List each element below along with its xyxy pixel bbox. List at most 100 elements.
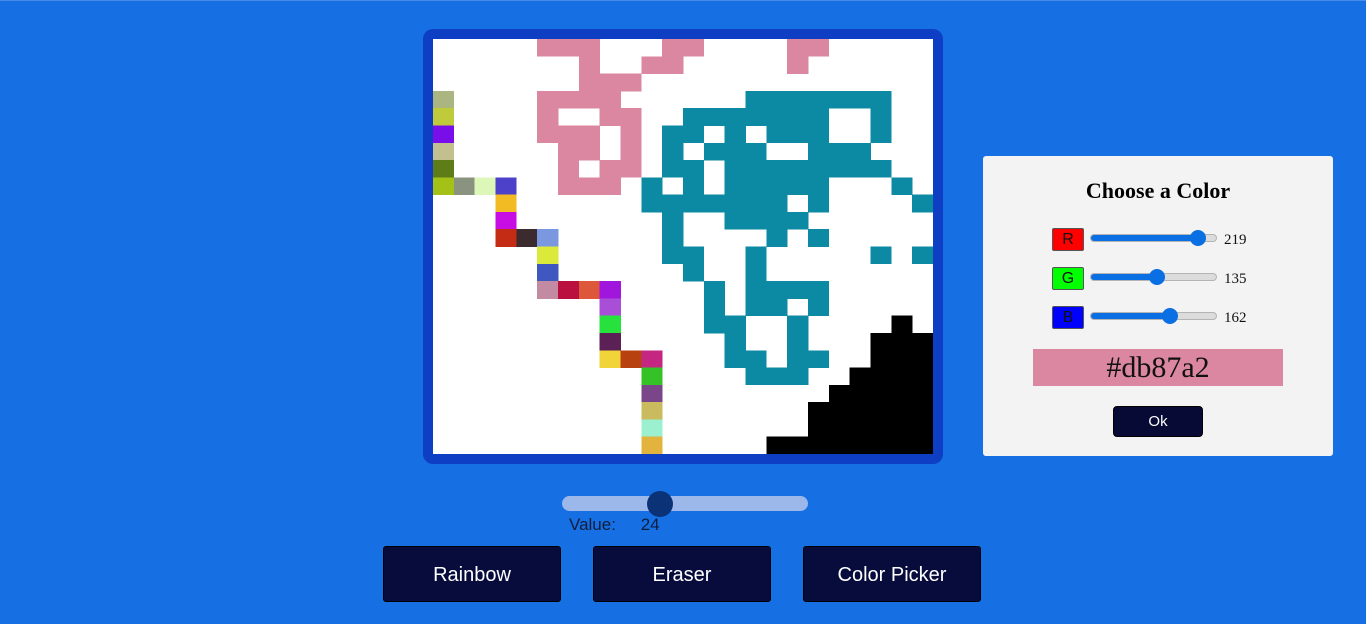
pixel-cell[interactable] bbox=[870, 384, 892, 403]
pixel-cell[interactable] bbox=[766, 436, 788, 454]
pixel-cell[interactable] bbox=[724, 350, 746, 368]
pixel-cell[interactable] bbox=[662, 39, 684, 57]
pixel-cell[interactable] bbox=[849, 436, 871, 454]
pixel-cell[interactable] bbox=[870, 350, 892, 368]
pixel-cell[interactable] bbox=[787, 315, 809, 334]
pixel-cell[interactable] bbox=[578, 142, 601, 161]
pixel-cell[interactable] bbox=[912, 350, 933, 368]
pixel-cell[interactable] bbox=[683, 246, 705, 265]
pixel-cell[interactable] bbox=[724, 332, 746, 351]
pixel-cell[interactable] bbox=[891, 332, 913, 351]
pixel-cell[interactable] bbox=[703, 142, 726, 161]
pixel-cell[interactable] bbox=[912, 384, 933, 403]
pixel-cell[interactable] bbox=[662, 160, 684, 178]
pixel-cell[interactable] bbox=[433, 177, 455, 196]
pixel-cell[interactable] bbox=[599, 108, 621, 126]
pixel-cell[interactable] bbox=[433, 90, 455, 109]
pixel-cell[interactable] bbox=[870, 125, 892, 144]
red-slider-thumb[interactable] bbox=[1190, 230, 1207, 246]
pixel-cell[interactable] bbox=[849, 419, 871, 438]
pixel-cell[interactable] bbox=[808, 419, 830, 438]
pixel-cell[interactable] bbox=[724, 125, 746, 144]
pixel-cell[interactable] bbox=[599, 332, 621, 351]
pixel-cell[interactable] bbox=[828, 160, 851, 178]
pixel-cell[interactable] bbox=[808, 39, 830, 57]
pixel-cell[interactable] bbox=[828, 384, 851, 403]
pixel-cell[interactable] bbox=[662, 211, 684, 230]
pixel-cell[interactable] bbox=[828, 419, 851, 438]
pixel-cell[interactable] bbox=[787, 125, 809, 144]
pixel-cell[interactable] bbox=[703, 108, 726, 126]
pixel-cell[interactable] bbox=[912, 367, 933, 386]
pixel-cell[interactable] bbox=[703, 315, 726, 334]
pixel-cell[interactable] bbox=[870, 436, 892, 454]
pixel-cell[interactable] bbox=[870, 332, 892, 351]
pixel-cell[interactable] bbox=[891, 384, 913, 403]
pixel-cell[interactable] bbox=[912, 436, 933, 454]
pixel-cell[interactable] bbox=[891, 315, 913, 334]
pixel-cell[interactable] bbox=[641, 194, 663, 213]
pixel-cell[interactable] bbox=[433, 108, 455, 126]
pixel-cell[interactable] bbox=[599, 177, 621, 196]
pixel-cell[interactable] bbox=[662, 125, 684, 144]
red-slider[interactable] bbox=[1090, 230, 1217, 246]
pixel-cell[interactable] bbox=[537, 281, 559, 299]
pixel-cell[interactable] bbox=[495, 177, 517, 196]
pixel-cell[interactable] bbox=[787, 56, 809, 74]
eraser-button[interactable]: Eraser bbox=[593, 546, 771, 602]
pixel-cell[interactable] bbox=[828, 436, 851, 454]
pixel-cell[interactable] bbox=[912, 419, 933, 438]
ok-button[interactable]: Ok bbox=[1113, 406, 1203, 437]
pixel-cell[interactable] bbox=[808, 436, 830, 454]
blue-slider[interactable] bbox=[1090, 308, 1217, 324]
pixel-cell[interactable] bbox=[558, 90, 580, 109]
pixel-cell[interactable] bbox=[808, 125, 830, 144]
pixel-cell[interactable] bbox=[891, 177, 913, 196]
pixel-cell[interactable] bbox=[849, 402, 871, 420]
pixel-cell[interactable] bbox=[537, 108, 559, 126]
pixel-cell[interactable] bbox=[912, 332, 933, 351]
pixel-cell[interactable] bbox=[849, 142, 871, 161]
green-slider-thumb[interactable] bbox=[1149, 269, 1166, 285]
pixel-cell[interactable] bbox=[599, 350, 621, 368]
pixel-cell[interactable] bbox=[641, 436, 663, 454]
pixel-cell[interactable] bbox=[745, 263, 767, 282]
pixel-cell[interactable] bbox=[662, 246, 684, 265]
pixel-cell[interactable] bbox=[620, 125, 642, 144]
pixel-cell[interactable] bbox=[787, 108, 809, 126]
pixel-cell[interactable] bbox=[849, 367, 871, 386]
blue-slider-thumb[interactable] bbox=[1162, 308, 1179, 324]
pixel-cell[interactable] bbox=[745, 160, 767, 178]
pixel-cell[interactable] bbox=[870, 90, 892, 109]
pixel-cell[interactable] bbox=[683, 160, 705, 178]
pixel-cell[interactable] bbox=[683, 263, 705, 282]
pixel-cell[interactable] bbox=[766, 211, 788, 230]
pixel-cell[interactable] bbox=[599, 90, 621, 109]
pixel-cell[interactable] bbox=[745, 246, 767, 265]
pixel-cell[interactable] bbox=[578, 281, 601, 299]
pixel-cell[interactable] bbox=[745, 281, 767, 299]
pixel-cell[interactable] bbox=[745, 108, 767, 126]
color-picker-button[interactable]: Color Picker bbox=[803, 546, 981, 602]
pixel-cell[interactable] bbox=[787, 90, 809, 109]
pixel-cell[interactable] bbox=[724, 142, 746, 161]
pixel-cell[interactable] bbox=[745, 90, 767, 109]
pixel-cell[interactable] bbox=[683, 125, 705, 144]
green-slider[interactable] bbox=[1090, 269, 1217, 285]
pixel-cell[interactable] bbox=[578, 90, 601, 109]
pixel-cell[interactable] bbox=[620, 350, 642, 368]
pixel-cell[interactable] bbox=[516, 229, 538, 247]
pixel-cell[interactable] bbox=[433, 160, 455, 178]
pixel-cell[interactable] bbox=[620, 108, 642, 126]
pixel-cell[interactable] bbox=[787, 39, 809, 57]
pixel-cell[interactable] bbox=[787, 281, 809, 299]
pixel-cell[interactable] bbox=[662, 56, 684, 74]
pixel-cell[interactable] bbox=[599, 315, 621, 334]
pixel-cell[interactable] bbox=[662, 142, 684, 161]
pixel-cell[interactable] bbox=[891, 419, 913, 438]
pixel-cell[interactable] bbox=[808, 194, 830, 213]
pixel-cell[interactable] bbox=[558, 39, 580, 57]
pixel-cell[interactable] bbox=[808, 402, 830, 420]
pixel-cell[interactable] bbox=[745, 194, 767, 213]
pixel-grid[interactable] bbox=[433, 39, 933, 454]
